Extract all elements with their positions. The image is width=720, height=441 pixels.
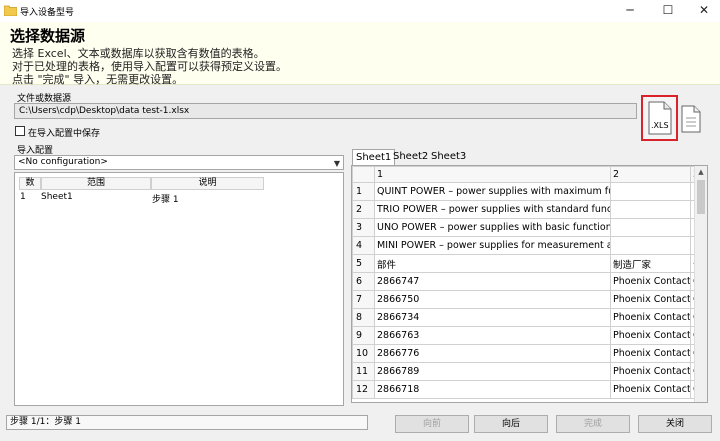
sheet-body: 1 QUINT POWER – power supplies with maxim… <box>352 182 698 399</box>
grid-cell[interactable]: QUINT POWER – power supplies with maximu… <box>374 182 611 201</box>
grid-cell[interactable] <box>610 200 691 219</box>
row-header[interactable]: 9 <box>352 326 375 345</box>
row-header[interactable]: 1 <box>352 182 375 201</box>
table-row: 112866789Phoenix ContactQ <box>352 362 698 381</box>
maximize-button[interactable]: ☐ <box>650 0 686 22</box>
table-row: 3 UNO POWER – power supplies with basic f… <box>352 218 698 237</box>
grid-cell[interactable]: 制造厂家 <box>610 254 691 273</box>
column-header[interactable]: 2 <box>610 166 691 183</box>
grid-cell[interactable]: Phoenix Contact <box>610 380 691 399</box>
grid-cell[interactable]: Phoenix Contact <box>610 362 691 381</box>
save-config-label: 在导入配置中保存 <box>28 129 101 139</box>
column-header[interactable]: 1 <box>374 166 611 183</box>
select-xls-button[interactable]: .XLS <box>641 95 678 141</box>
row-header[interactable]: 2 <box>352 200 375 219</box>
grid-cell[interactable]: 2866718 <box>374 380 611 399</box>
sheet-table: 1 2 3 1QUINT POWER – power supplies with… <box>352 166 698 399</box>
table-row: 92866763Phoenix ContactQ <box>352 326 698 345</box>
save-config-checkbox[interactable] <box>15 126 25 136</box>
file-path-field[interactable]: C:\Users\cdp\Desktop\data test-1.xlsx <box>14 103 637 119</box>
tab-sheet3[interactable]: Sheet3 <box>428 149 469 165</box>
finish-button[interactable]: 完成 <box>556 415 630 433</box>
config-selected-value: <No configuration> <box>18 157 108 167</box>
grid-cell[interactable]: UNO POWER – power supplies with basic fu… <box>374 218 611 237</box>
title-bar: 导入设备型号 ─ ☐ ✕ <box>0 0 720 22</box>
grid-cell[interactable]: Phoenix Contact <box>610 344 691 363</box>
row-description[interactable]: 步骤 1 <box>152 192 179 205</box>
grid-cell[interactable]: Phoenix Contact <box>610 272 691 291</box>
scroll-up-icon[interactable]: ▲ <box>695 166 707 178</box>
grid-cell[interactable]: 2866747 <box>374 272 611 291</box>
back-button[interactable]: 向前 <box>395 415 469 433</box>
grid-cell[interactable]: Phoenix Contact <box>610 290 691 309</box>
table-row: 62866747Phoenix ContactQ <box>352 272 698 291</box>
status-bar: 步骤 1/1：步骤 1 <box>6 415 368 430</box>
row-number[interactable]: 1 <box>20 192 26 202</box>
folder-icon <box>4 5 17 16</box>
grid-cell[interactable]: Phoenix Contact <box>610 308 691 327</box>
file-icon[interactable] <box>681 105 701 133</box>
sheet-preview-grid: 1 2 3 1QUINT POWER – power supplies with… <box>351 165 708 403</box>
grid-cell[interactable]: MINI POWER – power supplies for measurem… <box>374 236 611 255</box>
grid-cell[interactable]: 2866734 <box>374 308 611 327</box>
grid-cell[interactable] <box>610 236 691 255</box>
column-header[interactable]: 数 <box>19 177 41 190</box>
row-header[interactable]: 10 <box>352 344 375 363</box>
vertical-scrollbar[interactable]: ▲ <box>694 166 707 402</box>
minimize-button[interactable]: ─ <box>612 0 648 22</box>
banner-line: 点击 "完成" 导入，无需更改设置。 <box>12 73 184 86</box>
close-window-button[interactable]: ✕ <box>686 0 720 22</box>
row-range[interactable]: Sheet1 <box>41 192 73 202</box>
grid-cell[interactable]: 2866789 <box>374 362 611 381</box>
xls-label: .XLS <box>651 121 669 130</box>
chevron-down-icon: ▼ <box>333 159 340 168</box>
instruction-banner: 选择数据源 选择 Excel、文本或数据库以获取含有数值的表格。 对于已处理的表… <box>0 22 720 86</box>
close-button[interactable]: 关闭 <box>638 415 712 433</box>
row-header[interactable]: 11 <box>352 362 375 381</box>
grid-cell[interactable]: 2866776 <box>374 344 611 363</box>
grid-cell[interactable] <box>610 182 691 201</box>
table-row: 72866750Phoenix ContactQ <box>352 290 698 309</box>
banner-title: 选择数据源 <box>10 27 86 45</box>
row-header[interactable]: 7 <box>352 290 375 309</box>
table-row: 1 QUINT POWER – power supplies with maxim… <box>352 182 698 201</box>
grid-cell[interactable]: 2866763 <box>374 326 611 345</box>
row-header[interactable]: 5 <box>352 254 375 273</box>
column-header[interactable]: 说明 <box>151 177 264 190</box>
grid-cell[interactable]: 部件 <box>374 254 611 273</box>
grid-cell[interactable] <box>610 218 691 237</box>
table-row: 102866776Phoenix ContactQ <box>352 344 698 363</box>
header-row: 1 2 3 <box>352 166 698 183</box>
tab-sheet2[interactable]: Sheet2 <box>390 149 431 165</box>
table-row: 82866734Phoenix ContactQ <box>352 308 698 327</box>
scrollbar-thumb[interactable] <box>697 180 705 214</box>
table-row: 4 MINI POWER – power supplies for measure… <box>352 236 698 255</box>
config-select[interactable]: <No configuration> ▼ <box>14 155 344 170</box>
table-row: 2 TRIO POWER – power supplies with standa… <box>352 200 698 219</box>
column-header[interactable]: 范围 <box>41 177 151 190</box>
row-header[interactable]: 12 <box>352 380 375 399</box>
row-header[interactable]: 3 <box>352 218 375 237</box>
row-header[interactable]: 6 <box>352 272 375 291</box>
row-header[interactable]: 4 <box>352 236 375 255</box>
tab-sheet1[interactable]: Sheet1 <box>352 149 396 165</box>
table-row: 5部件制造厂家订 <box>352 254 698 273</box>
config-steps-table: 数 范围 说明 1 Sheet1 步骤 1 <box>14 172 344 406</box>
corner-cell[interactable] <box>352 166 375 183</box>
next-button[interactable]: 向后 <box>474 415 548 433</box>
grid-cell[interactable]: TRIO POWER – power supplies with standar… <box>374 200 611 219</box>
table-row: 122866718Phoenix ContactQ <box>352 380 698 399</box>
window-title: 导入设备型号 <box>20 8 75 18</box>
grid-cell[interactable]: 2866750 <box>374 290 611 309</box>
row-header[interactable]: 8 <box>352 308 375 327</box>
grid-cell[interactable]: Phoenix Contact <box>610 326 691 345</box>
